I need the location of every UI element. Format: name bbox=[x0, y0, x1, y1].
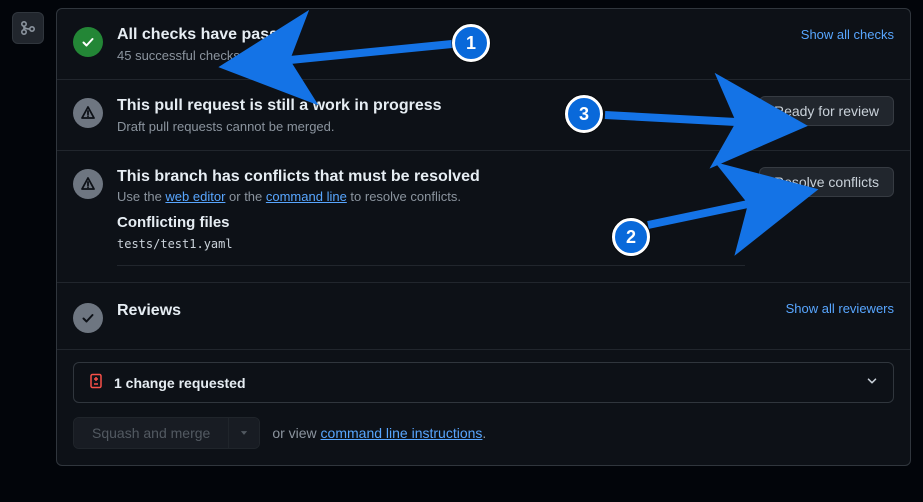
reviews-section: Reviews Show all reviewers bbox=[57, 283, 910, 350]
draft-subtitle: Draft pull requests cannot be merged. bbox=[117, 119, 745, 134]
checks-section: All checks have passed 45 successful che… bbox=[57, 9, 910, 80]
checks-subtitle: 45 successful checks bbox=[117, 48, 894, 63]
text: to resolve conflicts. bbox=[347, 189, 461, 204]
reviews-title: Reviews bbox=[117, 301, 894, 322]
chevron-down-icon bbox=[865, 374, 879, 391]
show-all-reviewers-link[interactable]: Show all reviewers bbox=[786, 301, 894, 316]
ready-for-review-button[interactable]: Ready for review bbox=[759, 96, 894, 126]
check-grey-icon bbox=[73, 303, 103, 333]
show-all-checks-link[interactable]: Show all checks bbox=[801, 27, 894, 42]
squash-and-merge-button[interactable]: Squash and merge bbox=[74, 418, 228, 448]
checks-title: All checks have passed bbox=[117, 25, 894, 46]
text: or view bbox=[272, 425, 320, 441]
or-view-text: or view command line instructions. bbox=[272, 425, 486, 441]
command-line-link[interactable]: command line bbox=[266, 189, 347, 204]
changes-requested-bar[interactable]: 1 change requested bbox=[73, 362, 894, 403]
text: Use the bbox=[117, 189, 165, 204]
merge-bar: Squash and merge or view command line in… bbox=[73, 417, 894, 449]
web-editor-link[interactable]: web editor bbox=[165, 189, 225, 204]
merge-dropdown-button[interactable] bbox=[228, 418, 259, 448]
file-diff-icon bbox=[88, 373, 104, 392]
changes-requested-label: 1 change requested bbox=[114, 375, 246, 391]
resolve-conflicts-button[interactable]: Resolve conflicts bbox=[759, 167, 894, 197]
merge-status-panel: All checks have passed 45 successful che… bbox=[56, 8, 911, 466]
conflicts-title: This branch has conflicts that must be r… bbox=[117, 167, 745, 188]
conflicts-section: This branch has conflicts that must be r… bbox=[57, 151, 910, 284]
text: or the bbox=[225, 189, 265, 204]
cli-instructions-link[interactable]: command line instructions bbox=[321, 425, 483, 441]
draft-section: This pull request is still a work in pro… bbox=[57, 80, 910, 151]
conflicting-files-heading: Conflicting files bbox=[117, 214, 745, 231]
conflicts-subtitle: Use the web editor or the command line t… bbox=[117, 189, 745, 204]
warning-icon bbox=[73, 169, 103, 199]
warning-icon bbox=[73, 98, 103, 128]
check-success-icon bbox=[73, 27, 103, 57]
text: . bbox=[482, 425, 486, 441]
merge-button-group: Squash and merge bbox=[73, 417, 260, 449]
divider bbox=[117, 265, 745, 266]
draft-title: This pull request is still a work in pro… bbox=[117, 96, 745, 117]
conflicting-file: tests/test1.yaml bbox=[117, 237, 745, 251]
timeline-merge-icon bbox=[12, 12, 44, 44]
